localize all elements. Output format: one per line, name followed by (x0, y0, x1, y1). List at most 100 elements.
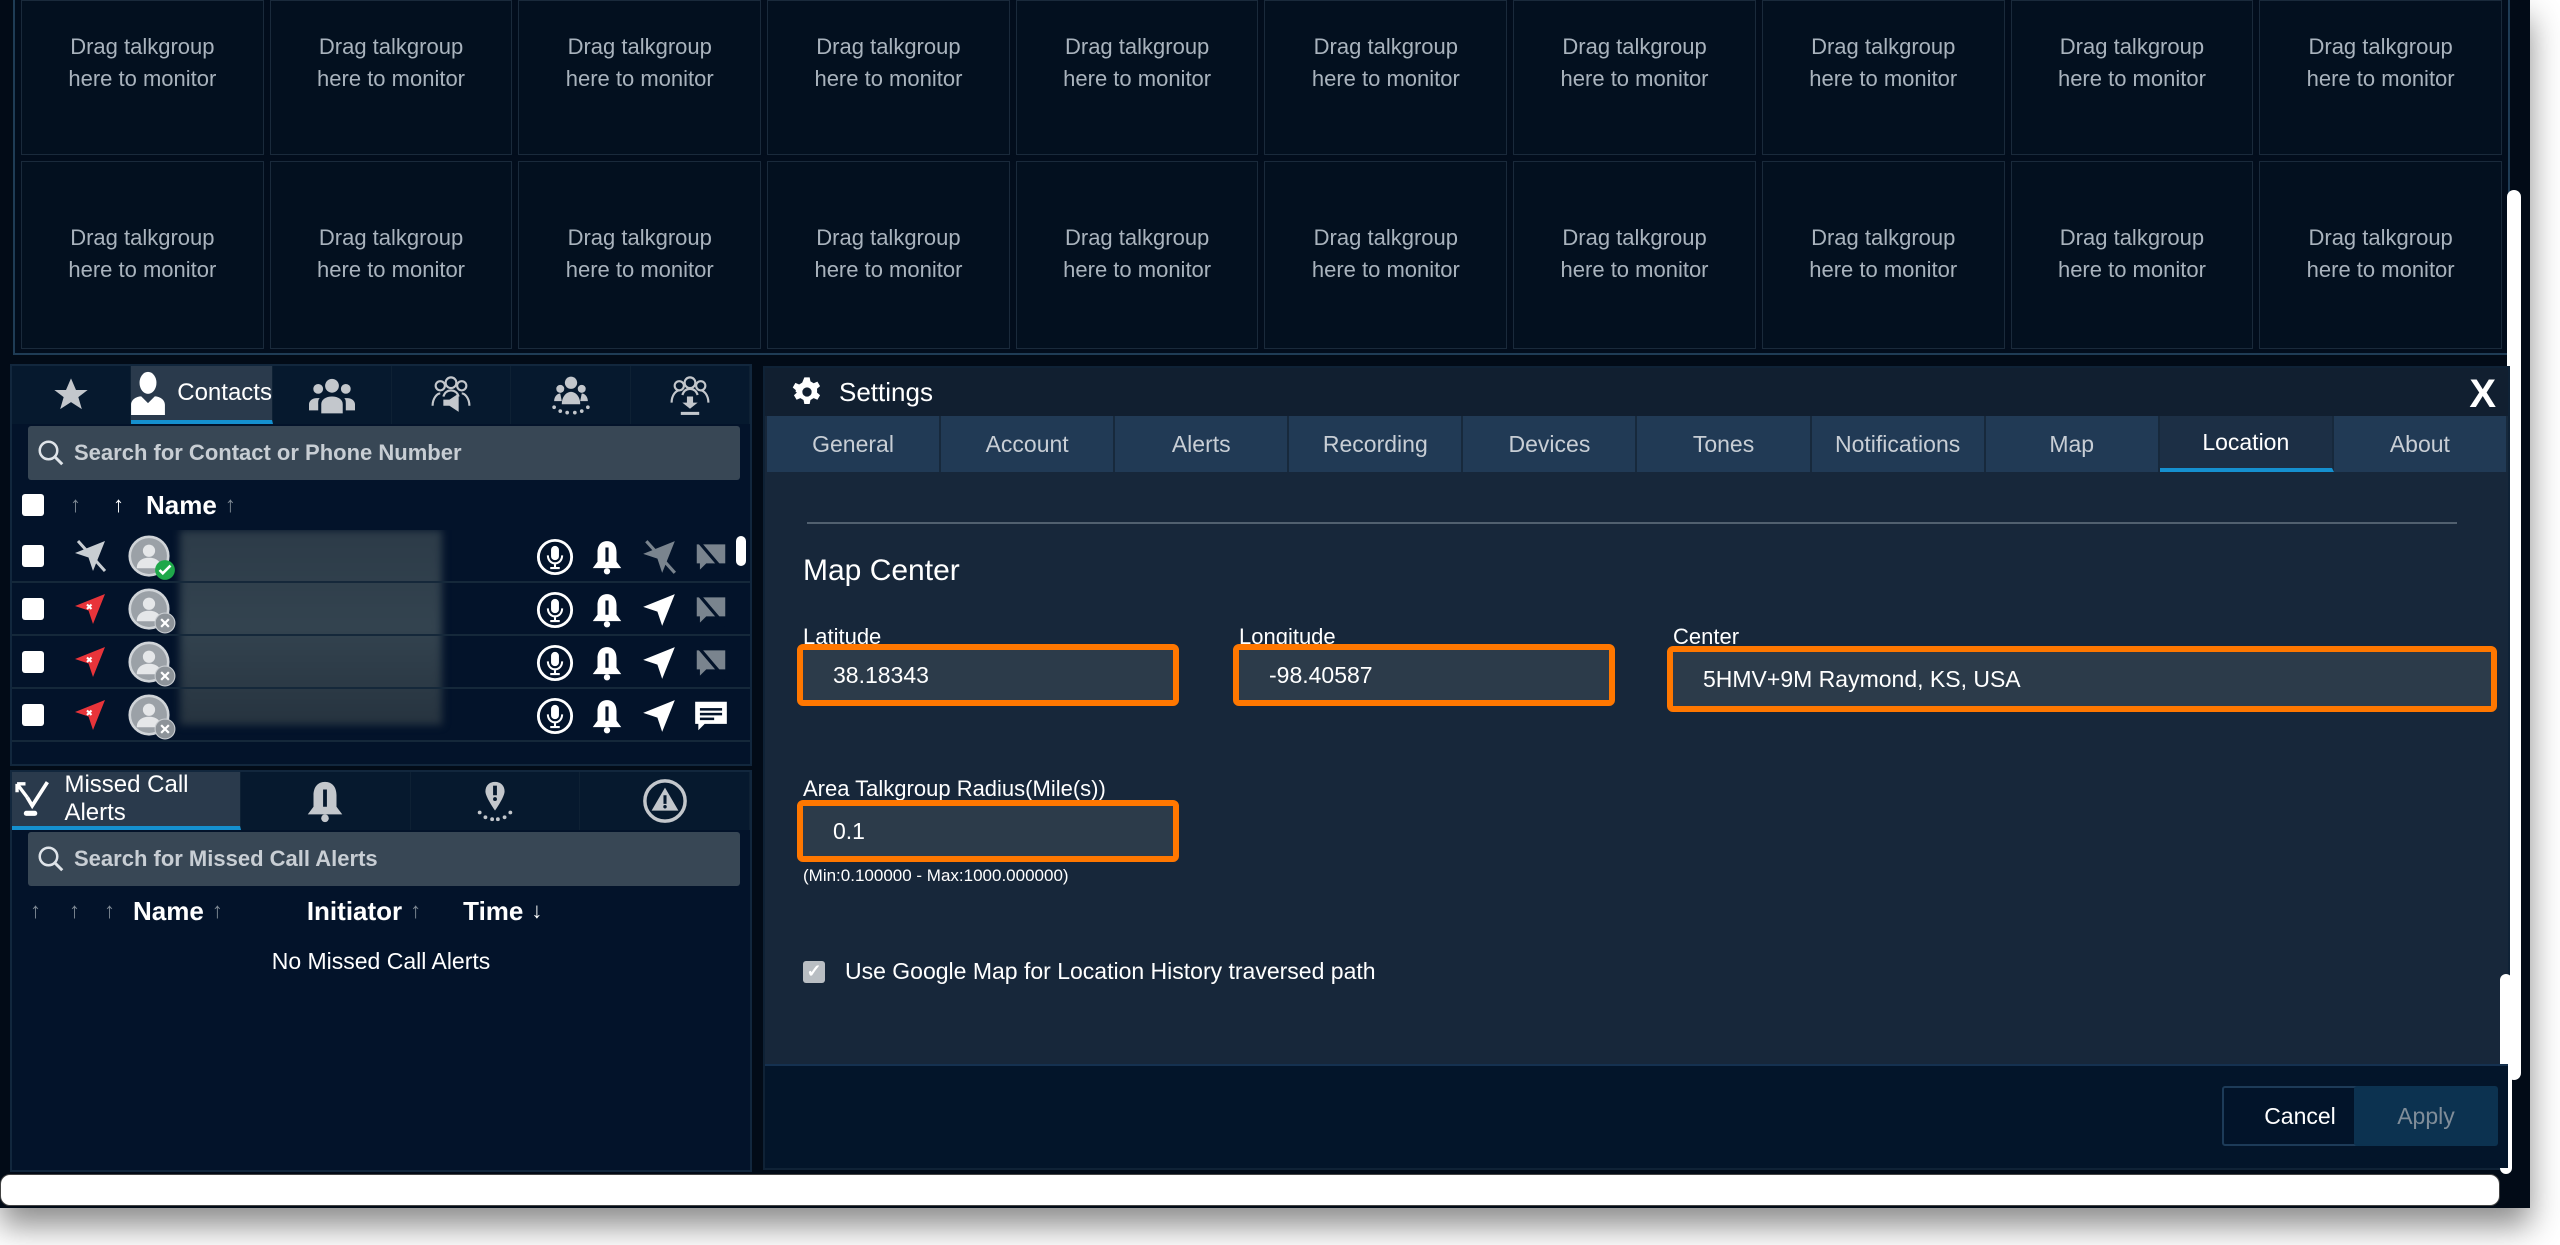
drop-slot-hint: Drag talkgroup here to monitor (566, 222, 714, 348)
talkgroup-drop-slot[interactable]: Drag talkgroup here to monitor (1513, 161, 1756, 349)
talkgroup-drop-slot[interactable]: Drag talkgroup here to monitor (269, 161, 513, 349)
close-settings-button[interactable]: X (2469, 372, 2496, 417)
talkgroup-drop-slot[interactable]: Drag talkgroup here to monitor (1264, 161, 1508, 349)
message-disabled-icon[interactable] (692, 591, 730, 629)
location-arrow-icon[interactable] (640, 644, 678, 682)
missed-call-search-input[interactable] (74, 846, 708, 872)
location-arrow-icon[interactable] (640, 697, 678, 735)
missed-call-search[interactable] (28, 832, 740, 886)
talkgroup-drop-slot[interactable]: Drag talkgroup here to monitor (2259, 0, 2502, 155)
contact-search[interactable] (28, 426, 740, 480)
talkgroup-drop-slot[interactable]: Drag talkgroup here to monitor (1761, 0, 2005, 155)
center-field[interactable] (1667, 646, 2497, 712)
talkgroup-drop-slot[interactable]: Drag talkgroup here to monitor (1264, 0, 1508, 155)
contact-actions (536, 538, 730, 576)
tab-tones[interactable]: Tones (1637, 416, 1812, 472)
tab-groups[interactable] (273, 366, 393, 424)
talkgroup-drop-slot[interactable]: Drag talkgroup here to monitor (518, 161, 762, 349)
tab-broadcast-groups[interactable] (392, 366, 512, 424)
longitude-input[interactable] (1269, 661, 1609, 689)
tab-alerts[interactable] (241, 772, 411, 830)
horizontal-scrollbar[interactable] (0, 1174, 2500, 1206)
sort-presence-button[interactable]: ↑ (113, 492, 124, 518)
ptt-mic-icon[interactable] (536, 538, 574, 576)
tab-devices[interactable]: Devices (1463, 416, 1638, 472)
tab-contacts[interactable]: Contacts (131, 366, 273, 424)
tab-account[interactable]: Account (941, 416, 1116, 472)
name-sort-icon[interactable]: ↑ (212, 898, 223, 924)
tab-alerts[interactable]: Alerts (1115, 416, 1290, 472)
alert-bell-icon[interactable] (588, 697, 626, 735)
talkgroup-drop-slot[interactable]: Drag talkgroup here to monitor (21, 0, 264, 155)
radius-field[interactable] (797, 800, 1179, 862)
initiator-column-header[interactable]: Initiator (307, 896, 402, 927)
contact-search-input[interactable] (74, 440, 708, 466)
talkgroup-drop-slot[interactable]: Drag talkgroup here to monitor (2259, 161, 2502, 349)
contacts-scrollbar[interactable] (736, 536, 746, 566)
talkgroup-drop-slot[interactable]: Drag talkgroup here to monitor (518, 0, 762, 155)
sort-name-icon[interactable]: ↑ (225, 492, 236, 518)
ptt-mic-icon[interactable] (536, 697, 574, 735)
tab-emergency[interactable] (580, 772, 750, 830)
apply-button[interactable]: Apply (2354, 1086, 2498, 1146)
alert-bell-icon[interactable] (588, 591, 626, 629)
talkgroup-drop-slot[interactable]: Drag talkgroup here to monitor (21, 161, 264, 349)
sort-col1-icon[interactable]: ↑ (30, 898, 41, 924)
ptt-mic-icon[interactable] (536, 591, 574, 629)
row-checkbox[interactable] (22, 544, 44, 567)
longitude-field[interactable] (1233, 644, 1615, 706)
sort-location-button[interactable]: ↑ (70, 492, 81, 518)
talkgroup-drop-slot[interactable]: Drag talkgroup here to monitor (1015, 161, 1259, 349)
tab-recording[interactable]: Recording (1289, 416, 1464, 472)
sort-col3-icon[interactable]: ↑ (104, 898, 115, 924)
sort-col2-icon[interactable]: ↑ (69, 898, 80, 924)
talkgroup-drop-slot[interactable]: Drag talkgroup here to monitor (1015, 0, 1259, 155)
location-disabled-icon[interactable] (640, 538, 678, 576)
location-arrow-icon[interactable] (640, 591, 678, 629)
name-column-header[interactable]: Name (133, 896, 204, 927)
tab-missed-call-alerts[interactable]: Missed Call Alerts (12, 771, 241, 830)
tab-favorites[interactable] (12, 366, 132, 424)
tab-general[interactable]: General (767, 416, 942, 472)
tab-about[interactable]: About (2333, 416, 2508, 472)
contact-row[interactable] (12, 636, 750, 689)
google-map-option[interactable]: ✓ Use Google Map for Location History tr… (803, 958, 1376, 985)
talkgroup-drop-slot[interactable]: Drag talkgroup here to monitor (2010, 0, 2254, 155)
talkgroup-drop-slot[interactable]: Drag talkgroup here to monitor (269, 0, 513, 155)
talkgroup-drop-slot[interactable]: Drag talkgroup here to monitor (767, 161, 1010, 349)
row-checkbox[interactable] (22, 703, 44, 726)
message-disabled-icon[interactable] (692, 538, 730, 576)
talkgroup-drop-slot[interactable]: Drag talkgroup here to monitor (1761, 161, 2005, 349)
time-sort-icon[interactable]: ↓ (531, 898, 542, 924)
tab-geofence[interactable] (411, 772, 581, 830)
message-icon[interactable] (692, 697, 730, 735)
tab-download-groups[interactable] (631, 366, 750, 424)
contact-row[interactable] (12, 583, 750, 636)
select-all-checkbox[interactable] (22, 494, 44, 516)
google-map-checkbox[interactable]: ✓ (803, 960, 825, 983)
time-column-header[interactable]: Time (463, 896, 523, 927)
alert-bell-icon[interactable] (588, 644, 626, 682)
row-checkbox[interactable] (22, 597, 44, 620)
latitude-input[interactable] (833, 661, 1173, 689)
tab-map[interactable]: Map (1985, 416, 2160, 472)
name-column-header[interactable]: Name (146, 490, 217, 521)
row-checkbox[interactable] (22, 650, 44, 673)
avatar (128, 693, 176, 739)
tab-location[interactable]: Location (2159, 416, 2334, 472)
center-input[interactable] (1703, 665, 2491, 693)
ptt-mic-icon[interactable] (536, 644, 574, 682)
message-disabled-icon[interactable] (692, 644, 730, 682)
radius-input[interactable] (833, 817, 1173, 845)
initiator-sort-icon[interactable]: ↑ (410, 898, 421, 924)
contact-row[interactable] (12, 689, 750, 742)
tab-area-groups[interactable] (511, 366, 631, 424)
latitude-field[interactable] (797, 644, 1179, 706)
talkgroup-drop-slot[interactable]: Drag talkgroup here to monitor (2010, 161, 2254, 349)
talkgroup-drop-slot[interactable]: Drag talkgroup here to monitor (1513, 0, 1756, 155)
contact-row[interactable] (12, 530, 750, 583)
alert-bell-icon[interactable] (588, 538, 626, 576)
tab-notifications[interactable]: Notifications (1811, 416, 1986, 472)
talkgroup-drop-slot[interactable]: Drag talkgroup here to monitor (767, 0, 1010, 155)
drop-slot-hint: Drag talkgroup here to monitor (1561, 222, 1709, 348)
